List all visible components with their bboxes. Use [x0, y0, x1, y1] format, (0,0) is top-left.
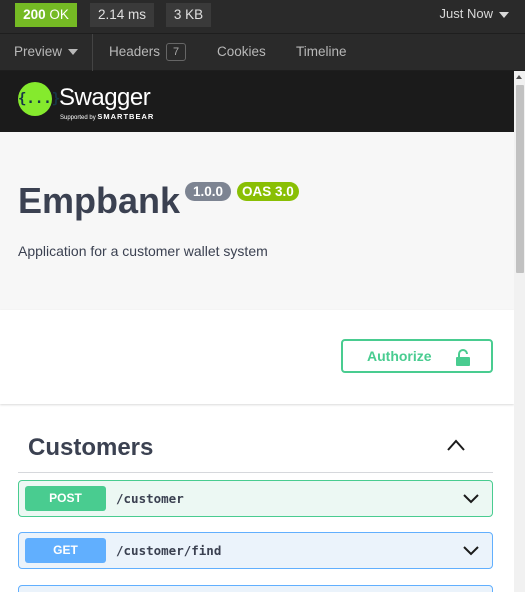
tab-headers[interactable]: Headers 7	[109, 34, 187, 71]
tag-title: Customers	[28, 434, 154, 461]
tab-cookies[interactable]: Cookies	[217, 34, 266, 71]
chevron-down-icon[interactable]	[462, 493, 480, 505]
api-description: Application for a customer wallet system	[18, 243, 268, 259]
timestamp-label: Just Now	[439, 6, 493, 21]
response-status-bar: 200 OK 2.14 ms 3 KB Just Now	[0, 0, 525, 33]
headers-count-badge: 7	[166, 43, 187, 62]
operation-get-customer-find[interactable]: GET /customer/find	[18, 532, 493, 569]
swagger-logo-glyph: {...}	[18, 91, 61, 107]
response-tabs: Preview Headers 7 Cookies Timeline	[0, 33, 525, 71]
scroll-thumb[interactable]	[516, 85, 524, 273]
status-text: OK	[49, 7, 69, 22]
oas-badge: OAS 3.0	[237, 182, 299, 201]
unlock-icon	[456, 349, 470, 366]
operation-get-partial[interactable]	[18, 585, 493, 592]
method-badge: GET	[25, 538, 106, 563]
preview-pane: {...} Swagger Supported by SMARTBEAR Emp…	[0, 71, 514, 592]
swagger-topbar: {...} Swagger Supported by SMARTBEAR	[0, 71, 514, 132]
scroll-up-arrow-icon[interactable]	[516, 75, 522, 79]
chevron-down-icon	[499, 11, 509, 18]
swagger-logo-icon: {...}	[18, 82, 61, 116]
vertical-scrollbar[interactable]	[514, 71, 525, 592]
operation-post-customer[interactable]: POST /customer	[18, 480, 493, 517]
chevron-down-icon[interactable]	[462, 545, 480, 557]
response-size: 3 KB	[166, 3, 211, 27]
tab-headers-label: Headers	[109, 44, 161, 59]
operation-path: /customer/find	[116, 543, 222, 558]
auth-wrapper: Authorize	[0, 310, 514, 404]
swagger-brand: Swagger	[59, 84, 151, 111]
tab-timeline[interactable]: Timeline	[296, 34, 347, 71]
method-badge: POST	[25, 486, 106, 511]
operation-path: /customer	[116, 491, 184, 506]
chevron-down-icon	[68, 49, 78, 56]
chevron-up-icon[interactable]	[446, 438, 466, 452]
status-badge: 200 OK	[15, 3, 77, 27]
swagger-supported-by: Supported by SMARTBEAR	[60, 112, 154, 121]
api-info: Empbank 1.0.0 OAS 3.0 Application for a …	[0, 132, 514, 310]
authorize-label: Authorize	[367, 348, 432, 364]
tab-preview[interactable]: Preview	[0, 34, 93, 71]
timestamp-dropdown[interactable]: Just Now	[440, 6, 509, 21]
tag-header[interactable]: Customers	[18, 404, 493, 473]
smartbear-text: SMARTBEAR	[97, 112, 155, 121]
status-code: 200	[23, 7, 46, 22]
authorize-button[interactable]: Authorize	[341, 339, 493, 373]
response-time: 2.14 ms	[90, 3, 154, 27]
version-badge: 1.0.0	[185, 182, 232, 201]
tab-preview-label: Preview	[13, 44, 62, 59]
api-title: Empbank	[18, 180, 181, 221]
supported-by-text: Supported by	[60, 115, 96, 121]
